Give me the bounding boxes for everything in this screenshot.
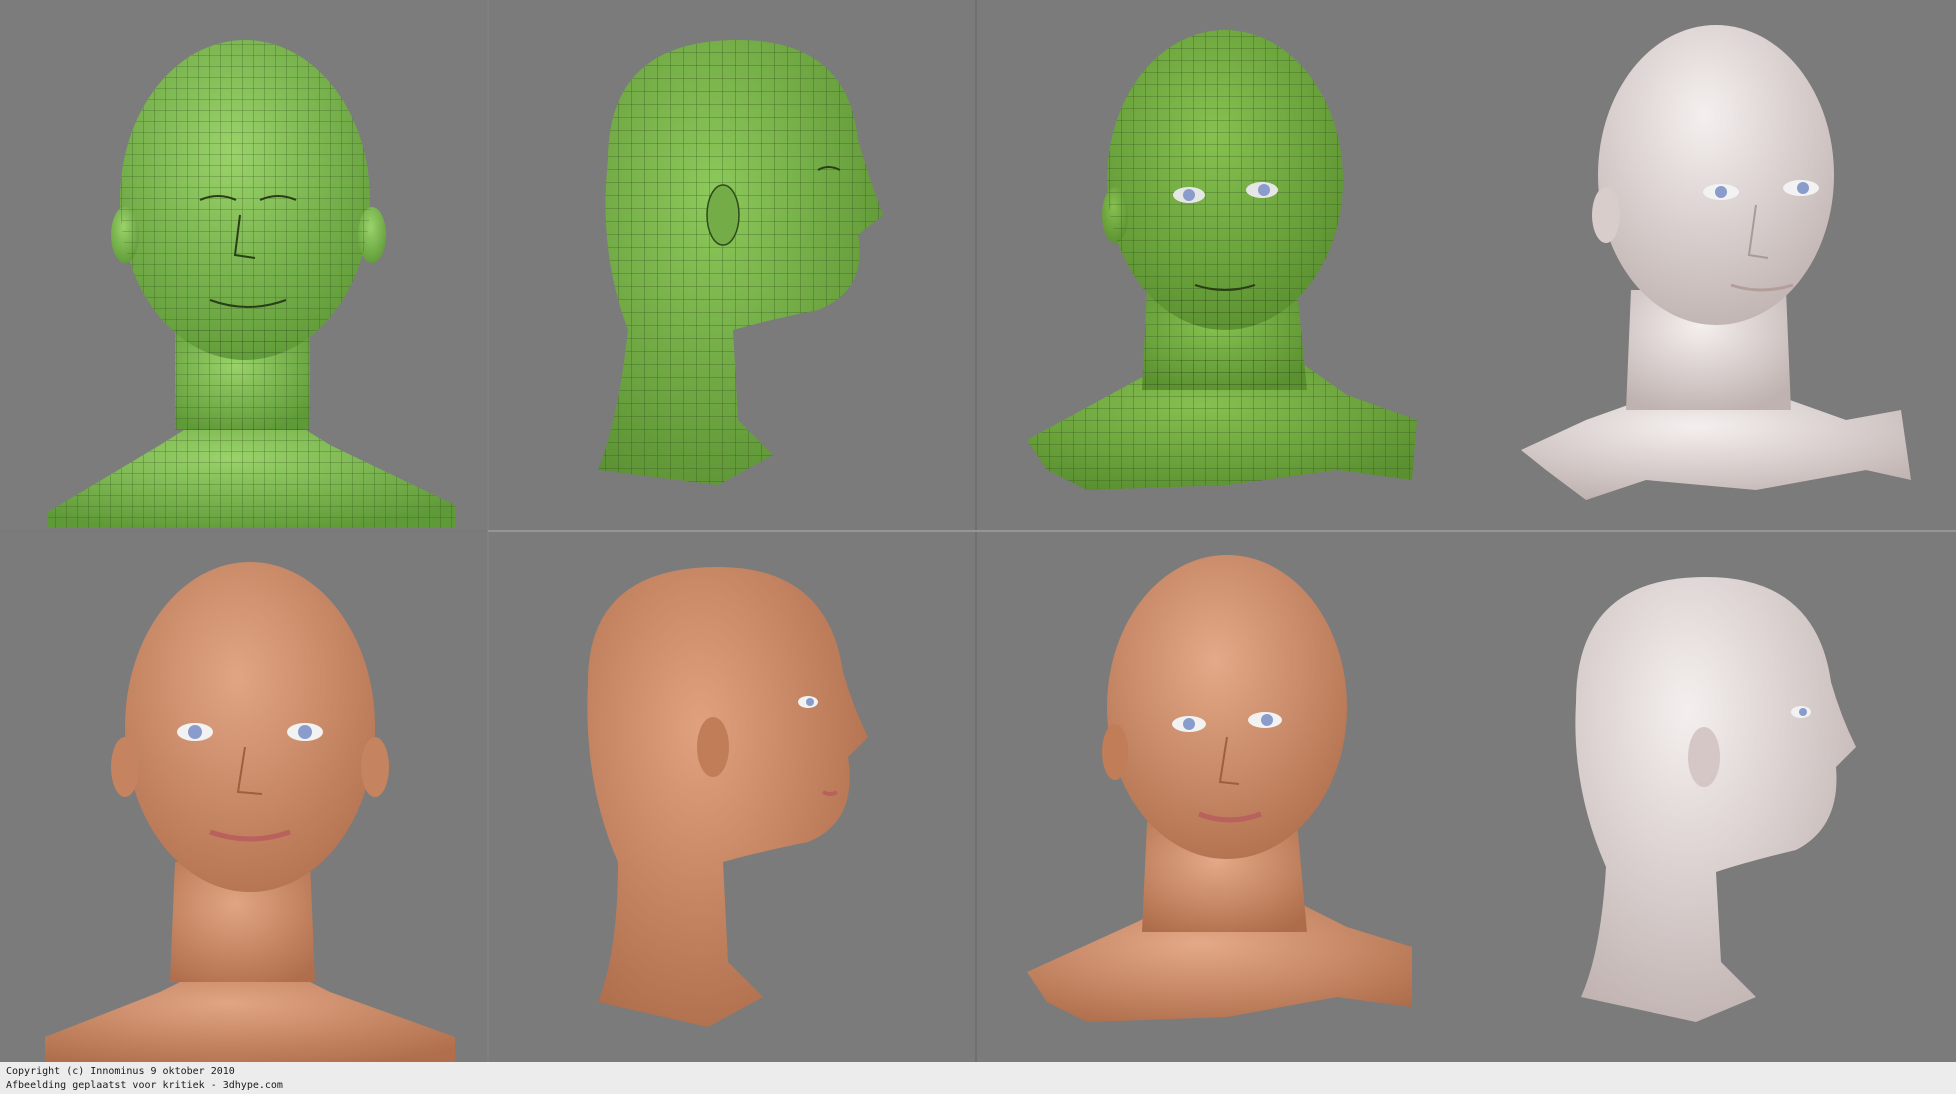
render-sheet: Copyright (c) Innominus 9 oktober 2010 A… [0,0,1956,1094]
skin-head-side [488,532,975,1062]
skin-head-front [0,532,488,1062]
wireframe-head-three-quarter [977,0,1466,530]
copyright-line: Copyright (c) Innominus 9 oktober 2010 [6,1066,235,1077]
skin-head-three-quarter [977,532,1466,1062]
posted-for-critique-line: Afbeelding geplaatst voor kritiek - 3dhy… [6,1080,283,1091]
wireframe-head-side [488,0,975,530]
panel-divider-horizontal [488,530,1956,532]
clay-head-three-quarter [1466,0,1956,530]
copyright-footer: Copyright (c) Innominus 9 oktober 2010 A… [0,1062,1956,1094]
clay-head-side [1466,532,1956,1062]
wireframe-head-front [0,0,488,530]
